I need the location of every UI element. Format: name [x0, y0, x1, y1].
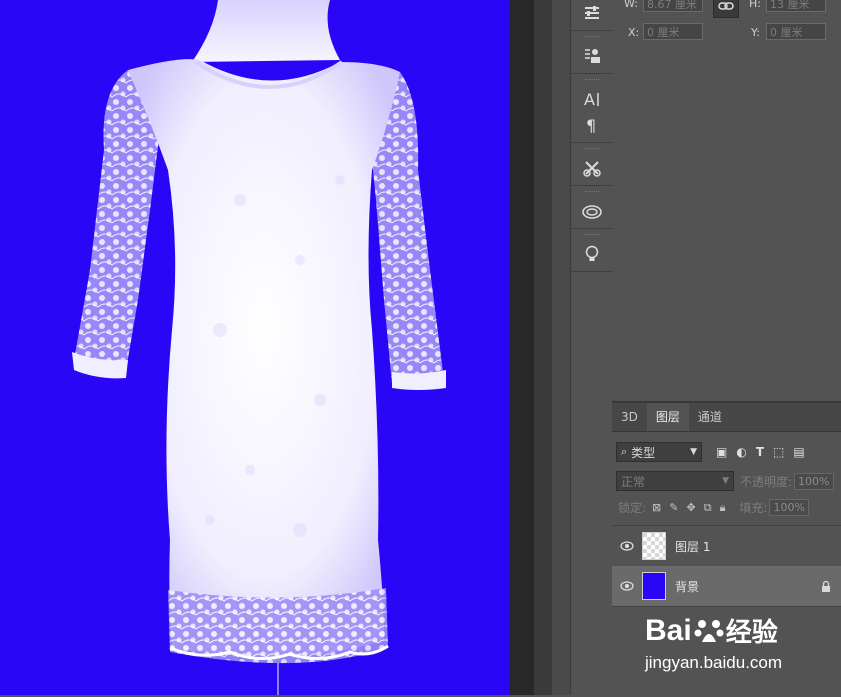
type-filter-icon[interactable]: T: [756, 445, 764, 459]
adjustment-filter-icon[interactable]: ◐: [736, 445, 746, 459]
watermark-url: jingyan.baidu.com: [645, 653, 783, 672]
lock-transparent-icon[interactable]: ⊠: [652, 501, 661, 515]
filter-kind-label: 类型: [631, 445, 656, 460]
layer-thumbnail: [642, 572, 666, 600]
clone-source-icon[interactable]: [571, 43, 613, 69]
layer-row-selected[interactable]: 背景: [612, 566, 841, 607]
properties-panel: [613, 0, 841, 400]
height-field[interactable]: 13 厘米: [766, 0, 826, 12]
chevron-down-icon: ▼: [690, 447, 697, 457]
svg-text:¶: ¶: [586, 116, 596, 134]
learn-lightbulb-icon[interactable]: [571, 241, 613, 267]
layer-name: 背景: [675, 579, 700, 594]
watermark-brand-suffix: 经验: [725, 618, 778, 648]
chevron-down-icon: ▼: [722, 476, 729, 486]
opacity-field[interactable]: 100%: [794, 472, 835, 490]
y-field[interactable]: 0 厘米: [766, 23, 826, 40]
adjust-sliders-icon[interactable]: [571, 0, 613, 26]
lock-all-icon[interactable]: 🔒︎: [720, 501, 726, 515]
creative-cloud-icon[interactable]: [571, 198, 613, 224]
baidu-watermark: Bai 经验 jingyan.baidu.com: [645, 612, 835, 682]
fill-field[interactable]: 100%: [769, 499, 810, 516]
x-label: X:: [628, 26, 640, 39]
eye-icon[interactable]: [612, 581, 642, 591]
layer-name: 图层 1: [675, 539, 711, 554]
panel-divider: [534, 0, 552, 695]
smart-object-filter-icon[interactable]: ▤: [793, 445, 804, 459]
blend-mode-dropdown[interactable]: 正常 ▼: [616, 471, 734, 491]
paragraph-icon[interactable]: ¶: [571, 112, 613, 138]
panel-divider-2: [552, 0, 570, 695]
lock-artboard-icon[interactable]: ⧉: [704, 501, 712, 515]
collapsed-panels-strip: A ¶: [570, 0, 614, 695]
link-icon: [718, 2, 734, 10]
width-label: W:: [624, 0, 638, 10]
height-label: H:: [749, 0, 761, 10]
document-canvas[interactable]: [0, 0, 510, 695]
link-dimensions-button[interactable]: [713, 0, 739, 18]
lock-label: 锁定:: [618, 501, 647, 515]
tab-channels[interactable]: 通道: [689, 403, 731, 431]
fill-label: 填充:: [739, 501, 768, 515]
eye-icon[interactable]: [612, 541, 642, 551]
shape-filter-icon[interactable]: ⬚: [773, 445, 784, 459]
image-filter-icon[interactable]: ▣: [716, 445, 727, 459]
layer-thumbnail: [642, 532, 666, 560]
lock-position-icon[interactable]: ✥: [686, 501, 695, 515]
paw-logo-icon: [694, 616, 724, 646]
x-field[interactable]: 0 厘米: [643, 23, 703, 40]
tab-3d[interactable]: 3D: [612, 403, 647, 431]
canvas-scroll-area: [510, 0, 534, 695]
search-icon: ⌕: [621, 445, 628, 458]
svg-text:A: A: [584, 90, 595, 108]
layer-filter-dropdown[interactable]: ⌕ 类型 ▼: [616, 442, 702, 462]
opacity-label: 不透明度:: [740, 474, 793, 489]
blend-mode-label: 正常: [621, 474, 646, 489]
watermark-brand: Bai: [645, 613, 692, 647]
tab-layers[interactable]: 图层: [646, 403, 689, 431]
dress-image: [72, 0, 446, 695]
character-icon[interactable]: A: [571, 86, 613, 112]
lock-icon: [821, 577, 831, 596]
y-label: Y:: [751, 26, 760, 39]
lock-paint-icon[interactable]: ✎: [669, 501, 678, 515]
tool-presets-icon[interactable]: [571, 155, 613, 181]
layer-row[interactable]: 图层 1: [612, 525, 841, 567]
panel-tabs: 3D 图层 通道: [612, 403, 841, 432]
width-field[interactable]: 8.67 厘米: [643, 0, 703, 12]
